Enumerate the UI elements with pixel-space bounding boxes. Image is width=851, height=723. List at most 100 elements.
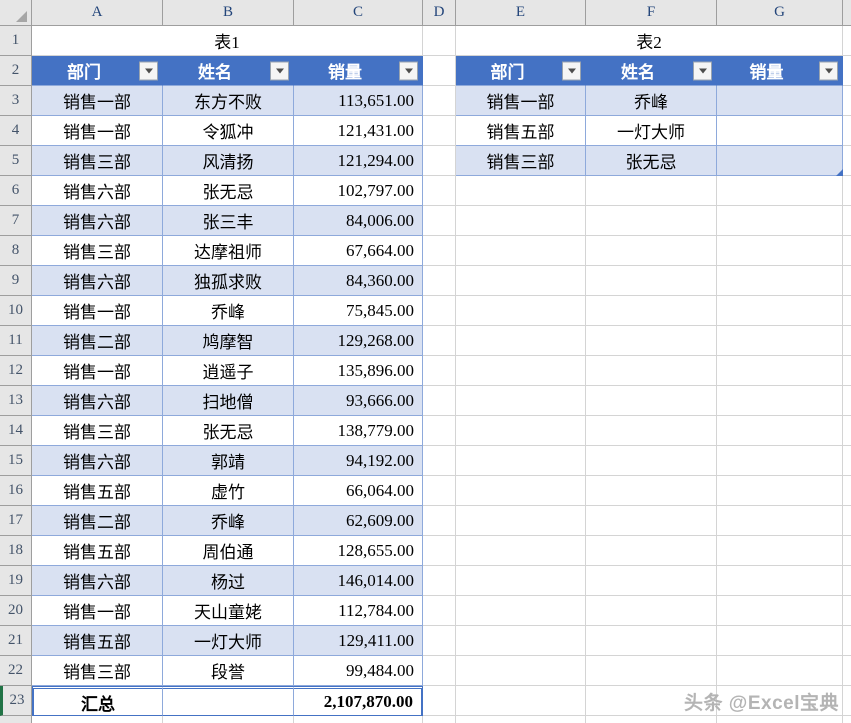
table1-filter-dropdown-icon-0[interactable] [139, 61, 158, 80]
table1-cell-sales-7[interactable]: 84,006.00 [294, 206, 423, 236]
table1-cell-sales-12[interactable]: 135,896.00 [294, 356, 423, 386]
table1-cell-sales-17[interactable]: 62,609.00 [294, 506, 423, 536]
table1-cell-sales-11[interactable]: 129,268.00 [294, 326, 423, 356]
table1-cell-name-13[interactable]: 扫地僧 [163, 386, 294, 416]
table1-cell-sales-14[interactable]: 138,779.00 [294, 416, 423, 446]
table1-cell-name-9[interactable]: 独孤求败 [163, 266, 294, 296]
table1-cell-sales-13[interactable]: 93,666.00 [294, 386, 423, 416]
table1-cell-sales-5[interactable]: 121,294.00 [294, 146, 423, 176]
table1-cell-dept-15[interactable]: 销售六部 [32, 446, 163, 476]
table1-cell-name-16[interactable]: 虚竹 [163, 476, 294, 506]
table2-cell-dept-3[interactable]: 销售一部 [456, 86, 586, 116]
table1-cell-name-4[interactable]: 令狐冲 [163, 116, 294, 146]
table1-cell-dept-6[interactable]: 销售六部 [32, 176, 163, 206]
table2-cell-sales-5[interactable] [717, 146, 843, 176]
table1-cell-name-22[interactable]: 段誉 [163, 656, 294, 686]
table1-cell-dept-7[interactable]: 销售六部 [32, 206, 163, 236]
table1-cell-name-7[interactable]: 张三丰 [163, 206, 294, 236]
table1-cell-dept-4[interactable]: 销售一部 [32, 116, 163, 146]
table1-column-label-0: 部门 [67, 63, 101, 82]
table1-filter-dropdown-icon-2[interactable] [399, 61, 418, 80]
table1-cell-name-5[interactable]: 风清扬 [163, 146, 294, 176]
table1-column-header-2[interactable]: 销量 [294, 56, 423, 86]
spreadsheet-canvas: ABCDEFG 1 2 3 4 5 6 7 8 9 10 11 12 13 14 15 16 17 18 19 20 2… [0, 0, 851, 723]
table2-cell-name-3[interactable]: 乔峰 [586, 86, 717, 116]
table1-title-cell[interactable]: 表1 [32, 26, 423, 56]
table2-filter-dropdown-icon-1[interactable] [693, 61, 712, 80]
table1-column-label-2: 销量 [328, 63, 362, 82]
table1-cell-sales-16[interactable]: 66,064.00 [294, 476, 423, 506]
table1-cell-sales-21[interactable]: 129,411.00 [294, 626, 423, 656]
chevron-down-icon [698, 68, 707, 73]
table1-filter-dropdown-icon-1[interactable] [270, 61, 289, 80]
table2-cell-sales-3[interactable] [717, 86, 843, 116]
table1-column-label-1: 姓名 [198, 63, 232, 82]
table1-cell-dept-11[interactable]: 销售二部 [32, 326, 163, 356]
table1-cell-name-21[interactable]: 一灯大师 [163, 626, 294, 656]
table1-cell-dept-14[interactable]: 销售三部 [32, 416, 163, 446]
table2-cell-sales-4[interactable] [717, 116, 843, 146]
table2-title-cell[interactable]: 表2 [456, 26, 843, 56]
table2-column-label-0: 部门 [490, 63, 525, 82]
table1-column-header-0[interactable]: 部门 [32, 56, 163, 86]
table1-cell-name-10[interactable]: 乔峰 [163, 296, 294, 326]
table2-filter-dropdown-icon-2[interactable] [819, 61, 838, 80]
table1-cell-sales-9[interactable]: 84,360.00 [294, 266, 423, 296]
table2-cell-dept-4[interactable]: 销售五部 [456, 116, 586, 146]
table1-total-label[interactable]: 汇总 [32, 686, 163, 716]
table1-cell-name-20[interactable]: 天山童姥 [163, 596, 294, 626]
table1-cell-sales-3[interactable]: 113,651.00 [294, 86, 423, 116]
table1-cell-dept-8[interactable]: 销售三部 [32, 236, 163, 266]
table1-cell-dept-13[interactable]: 销售六部 [32, 386, 163, 416]
tables-layer: 表1 部门 姓名 销量 销售一部 东方不败 113,651.00 销售一部 令狐冲 121,431… [0, 0, 851, 723]
table2-cell-name-4[interactable]: 一灯大师 [586, 116, 717, 146]
table1-cell-name-18[interactable]: 周伯通 [163, 536, 294, 566]
table1-cell-sales-19[interactable]: 146,014.00 [294, 566, 423, 596]
table1-cell-dept-19[interactable]: 销售六部 [32, 566, 163, 596]
table2-column-header-1[interactable]: 姓名 [586, 56, 717, 86]
table1-cell-dept-17[interactable]: 销售二部 [32, 506, 163, 536]
table1-cell-sales-4[interactable]: 121,431.00 [294, 116, 423, 146]
table2-filter-dropdown-icon-0[interactable] [562, 61, 581, 80]
table1-cell-dept-20[interactable]: 销售一部 [32, 596, 163, 626]
table1-cell-name-8[interactable]: 达摩祖师 [163, 236, 294, 266]
table1-column-header-1[interactable]: 姓名 [163, 56, 294, 86]
table2-cell-dept-5[interactable]: 销售三部 [456, 146, 586, 176]
table1-cell-sales-10[interactable]: 75,845.00 [294, 296, 423, 326]
table1-cell-sales-15[interactable]: 94,192.00 [294, 446, 423, 476]
table1-cell-name-14[interactable]: 张无忌 [163, 416, 294, 446]
table1-cell-name-11[interactable]: 鸠摩智 [163, 326, 294, 356]
table1-cell-sales-22[interactable]: 99,484.00 [294, 656, 423, 686]
table1-cell-name-19[interactable]: 杨过 [163, 566, 294, 596]
table1-cell-sales-8[interactable]: 67,664.00 [294, 236, 423, 266]
table2-cell-name-5[interactable]: 张无忌 [586, 146, 717, 176]
watermark: 头条 @Excel宝典 [684, 693, 839, 714]
table1-cell-sales-6[interactable]: 102,797.00 [294, 176, 423, 206]
table1-cell-sales-18[interactable]: 128,655.00 [294, 536, 423, 566]
chevron-down-icon [275, 68, 284, 73]
table1-cell-name-12[interactable]: 逍遥子 [163, 356, 294, 386]
table1-cell-dept-12[interactable]: 销售一部 [32, 356, 163, 386]
table2-column-label-1: 姓名 [621, 63, 655, 82]
table1-cell-dept-3[interactable]: 销售一部 [32, 86, 163, 116]
table1-total-blank[interactable] [163, 686, 294, 716]
table1-cell-dept-10[interactable]: 销售一部 [32, 296, 163, 326]
chevron-down-icon [824, 68, 833, 73]
table1-cell-dept-5[interactable]: 销售三部 [32, 146, 163, 176]
table2-column-header-2[interactable]: 销量 [717, 56, 843, 86]
table1-cell-dept-9[interactable]: 销售六部 [32, 266, 163, 296]
table1-cell-dept-22[interactable]: 销售三部 [32, 656, 163, 686]
table2-column-label-2: 销量 [749, 63, 784, 82]
table1-cell-name-15[interactable]: 郭靖 [163, 446, 294, 476]
table1-cell-name-6[interactable]: 张无忌 [163, 176, 294, 206]
chevron-down-icon [404, 68, 413, 73]
chevron-down-icon [144, 68, 153, 73]
table1-cell-dept-16[interactable]: 销售五部 [32, 476, 163, 506]
table1-cell-dept-18[interactable]: 销售五部 [32, 536, 163, 566]
table1-cell-sales-20[interactable]: 112,784.00 [294, 596, 423, 626]
table2-column-header-0[interactable]: 部门 [456, 56, 586, 86]
table1-total-value[interactable]: 2,107,870.00 [294, 686, 423, 716]
table1-cell-name-3[interactable]: 东方不败 [163, 86, 294, 116]
table1-cell-name-17[interactable]: 乔峰 [163, 506, 294, 536]
table1-cell-dept-21[interactable]: 销售五部 [32, 626, 163, 656]
